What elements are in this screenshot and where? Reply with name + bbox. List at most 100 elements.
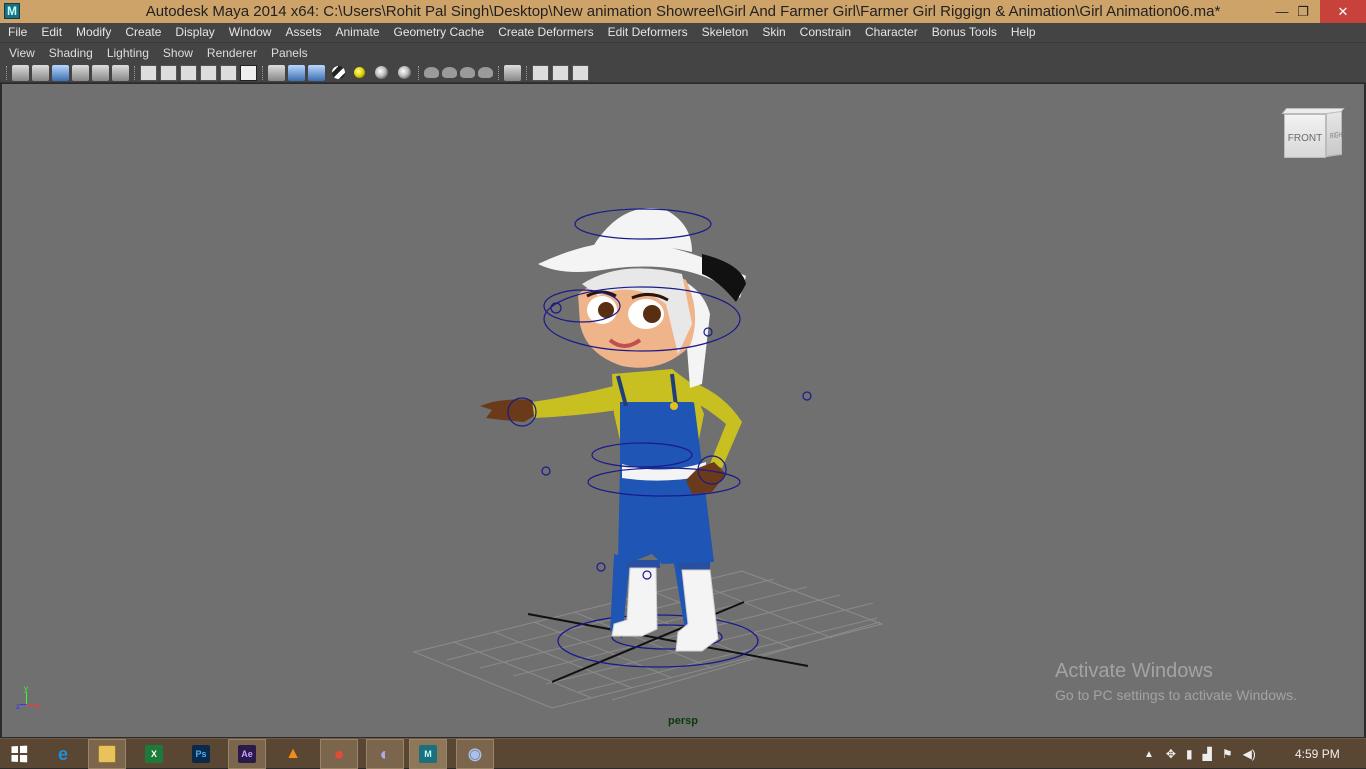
network-signal-icon[interactable]: ▟ [1203,747,1212,761]
gate-mask-icon[interactable] [200,64,217,81]
show-hidden-icons-icon[interactable]: ▲ [1144,749,1154,760]
menu-edit-deformers[interactable]: Edit Deformers [601,23,695,43]
menu-file[interactable]: File [1,23,34,43]
panel-menu-panels[interactable]: Panels [264,43,315,60]
view-cube[interactable]: FRONT RIGHT [1280,108,1346,166]
xray-active-components-icon[interactable] [552,64,569,81]
resolution-gate-icon[interactable] [180,64,197,81]
safe-title-icon[interactable] [240,64,257,81]
depth-of-field-icon[interactable] [478,67,493,78]
toolbar-separator [262,65,264,80]
menu-character[interactable]: Character [858,23,925,43]
menu-help[interactable]: Help [1004,23,1043,43]
chrome-icon: ● [333,743,345,764]
volume-icon[interactable]: ◀) [1243,747,1256,761]
use-all-lights-icon[interactable] [354,67,365,78]
panel-menu-shading[interactable]: Shading [42,43,100,60]
view-cube-right[interactable]: RIGHT [1326,110,1345,158]
menu-constrain[interactable]: Constrain [793,23,858,43]
toolbar-separator [6,65,8,80]
dropbox-icon[interactable]: ✥ [1166,747,1176,761]
panel-menu-lighting[interactable]: Lighting [100,43,156,60]
taskbar-app-vlc[interactable]: ▲ [274,739,312,769]
shadows-icon[interactable] [375,66,388,79]
view-cube-right-label: RIGHT [1329,129,1345,141]
bookmark-icon[interactable] [52,64,69,81]
menu-create-deformers[interactable]: Create Deformers [491,23,600,43]
menu-assets[interactable]: Assets [278,23,328,43]
two-d-pan-zoom-icon[interactable] [92,64,109,81]
film-gate-icon[interactable] [160,64,177,81]
action-center-flag-icon[interactable]: ⚑ [1222,747,1233,761]
maya-window: Autodesk Maya 2014 x64: C:\Users\Rohit P… [0,0,1366,769]
taskbar-app-file-explorer[interactable] [88,739,126,769]
motion-blur-icon[interactable] [442,67,457,78]
z-axis-label: z [16,702,20,711]
view-cube-front[interactable]: FRONT [1284,114,1326,158]
camera-attributes-icon[interactable] [32,64,49,81]
panel-toolbar [0,63,1366,83]
taskbar-app-other[interactable]: ◉ [456,739,494,769]
menu-modify[interactable]: Modify [69,23,118,43]
internet-explorer-icon: e [57,743,68,764]
xray-joints-icon[interactable] [572,64,589,81]
grease-pencil-icon[interactable] [112,64,129,81]
system-tray: ▲ ✥ ▮ ▟ ⚑ ◀) [1144,739,1266,769]
taskbar-app-internet-explorer[interactable]: e [44,739,82,769]
taskbar-app-maya[interactable]: M [409,739,447,769]
panel-menu-view[interactable]: View [2,43,42,60]
maya-icon: M [419,745,437,763]
excel-icon: X [145,745,163,763]
taskbar-app-chrome[interactable]: ● [320,739,358,769]
maximize-button[interactable]: ❐ [1286,0,1320,23]
wireframe-on-shaded-icon[interactable] [308,64,325,81]
menu-skeleton[interactable]: Skeleton [695,23,756,43]
perspective-viewport[interactable]: FRONT RIGHT y z x persp Activate Windows… [2,84,1364,737]
start-button[interactable] [0,739,38,769]
character-legs [610,554,719,652]
taskbar-app-after-effects[interactable]: Ae [228,739,266,769]
x-axis-line [26,704,36,705]
toolbar-separator [498,65,500,80]
close-button[interactable]: ✕ [1320,0,1366,23]
menu-display[interactable]: Display [168,23,221,43]
grid-icon[interactable] [140,64,157,81]
browser-icon: ◐ [379,743,391,764]
y-axis-line [26,692,27,704]
xray-icon[interactable] [532,64,549,81]
field-chart-icon[interactable] [220,64,237,81]
taskbar-app-excel[interactable]: X [135,739,173,769]
smooth-shade-icon[interactable] [288,64,305,81]
multisample-icon[interactable] [460,67,475,78]
menu-geometry-cache[interactable]: Geometry Cache [387,23,492,43]
panel-menu-renderer[interactable]: Renderer [200,43,264,60]
textured-icon[interactable] [332,66,345,79]
after-effects-icon: Ae [238,745,256,763]
panel-menu-show[interactable]: Show [156,43,200,60]
select-camera-icon[interactable] [12,64,29,81]
menu-skin[interactable]: Skin [755,23,792,43]
menu-edit[interactable]: Edit [34,23,69,43]
menu-create[interactable]: Create [118,23,168,43]
ambient-occlusion-icon[interactable] [424,67,439,78]
scene-render [412,207,884,709]
wireframe-icon[interactable] [268,64,285,81]
panel-menu-bar: View Shading Lighting Show Renderer Pane… [0,43,1366,63]
taskbar-clock[interactable]: 4:59 PM [1295,747,1340,761]
activate-windows-heading: Activate Windows [1055,660,1213,682]
image-plane-icon[interactable] [72,64,89,81]
file-explorer-icon [98,745,116,763]
title-bar: Autodesk Maya 2014 x64: C:\Users\Rohit P… [0,0,1366,23]
toolbar-separator [418,65,420,80]
windows-taskbar: e X Ps Ae ▲ ● ◐ M ◉ ▲ ✥ ▮ ▟ ⚑ ◀) 4:59 PM [0,738,1366,769]
isolate-select-icon[interactable] [504,64,521,81]
taskbar-app-browser[interactable]: ◐ [366,739,404,769]
z-axis-line [20,704,26,705]
high-quality-icon[interactable] [398,66,411,79]
taskbar-app-photoshop[interactable]: Ps [182,739,220,769]
battery-icon[interactable]: ▮ [1186,747,1193,761]
menu-animate[interactable]: Animate [328,23,386,43]
menu-window[interactable]: Window [222,23,279,43]
axis-indicator: y z x [14,684,50,714]
menu-bonus-tools[interactable]: Bonus Tools [925,23,1004,43]
